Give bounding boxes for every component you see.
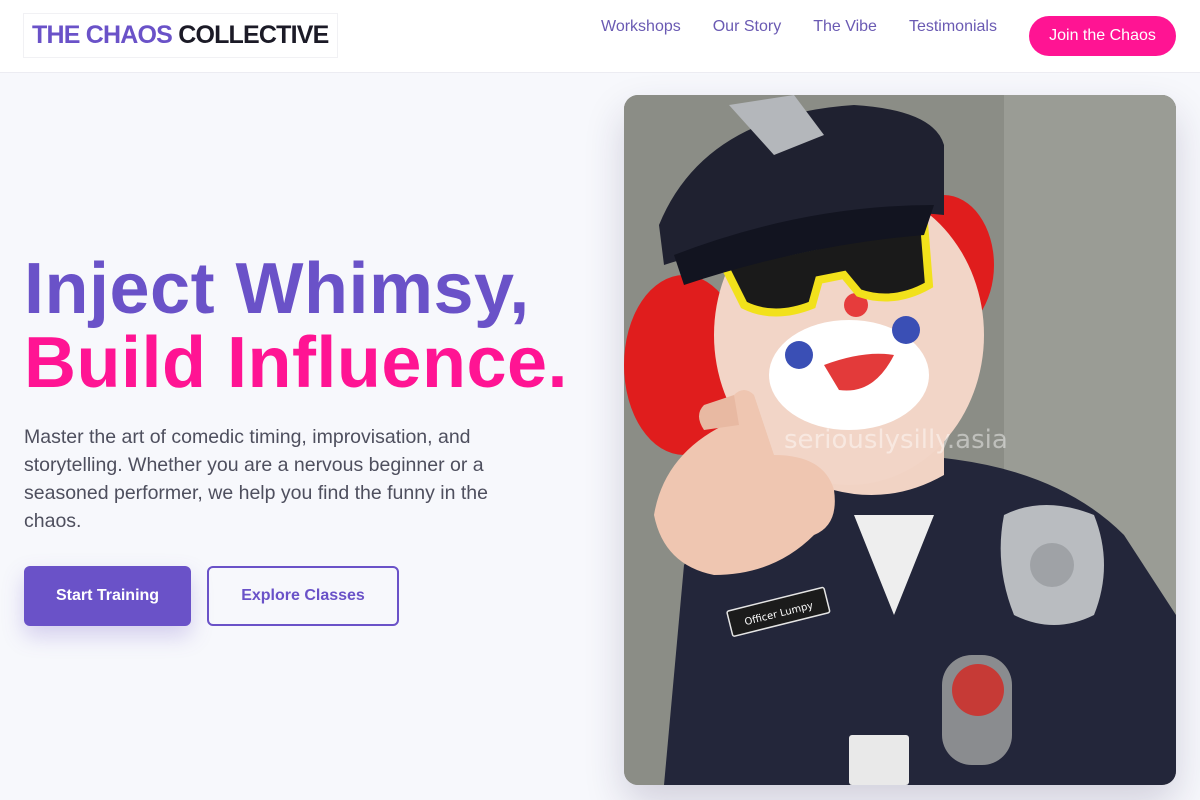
brand-name-part2: COLLECTIVE (178, 21, 329, 49)
hero-headline: Inject Whimsy, Build Influence. (24, 252, 568, 400)
image-watermark: seriouslysilly.asia (784, 425, 1008, 455)
hero-description: Master the art of comedic timing, improv… (24, 426, 488, 532)
hero-image: Officer Lumpy seriouslysilly.asia (624, 95, 1176, 785)
headline-line-1: Inject Whimsy, (24, 249, 530, 329)
nav-link-the-vibe[interactable]: The Vibe (813, 18, 877, 36)
explore-classes-button[interactable]: Explore Classes (207, 566, 399, 626)
brand-name-part1: THE CHAOS (32, 21, 173, 49)
brand-logo[interactable]: THE CHAOS COLLECTIVE (24, 14, 337, 57)
nav-link-workshops[interactable]: Workshops (601, 18, 681, 36)
start-training-button[interactable]: Start Training (24, 566, 191, 626)
nav-link-our-story[interactable]: Our Story (713, 18, 781, 36)
join-button[interactable]: Join the Chaos (1029, 16, 1176, 56)
headline-line-2: Build Influence. (24, 323, 569, 403)
site-header: THE CHAOS COLLECTIVE Workshops Our Story… (0, 0, 1200, 73)
nav-link-testimonials[interactable]: Testimonials (909, 18, 997, 36)
main-nav: Workshops Our Story The Vibe Testimonial… (601, 18, 997, 36)
